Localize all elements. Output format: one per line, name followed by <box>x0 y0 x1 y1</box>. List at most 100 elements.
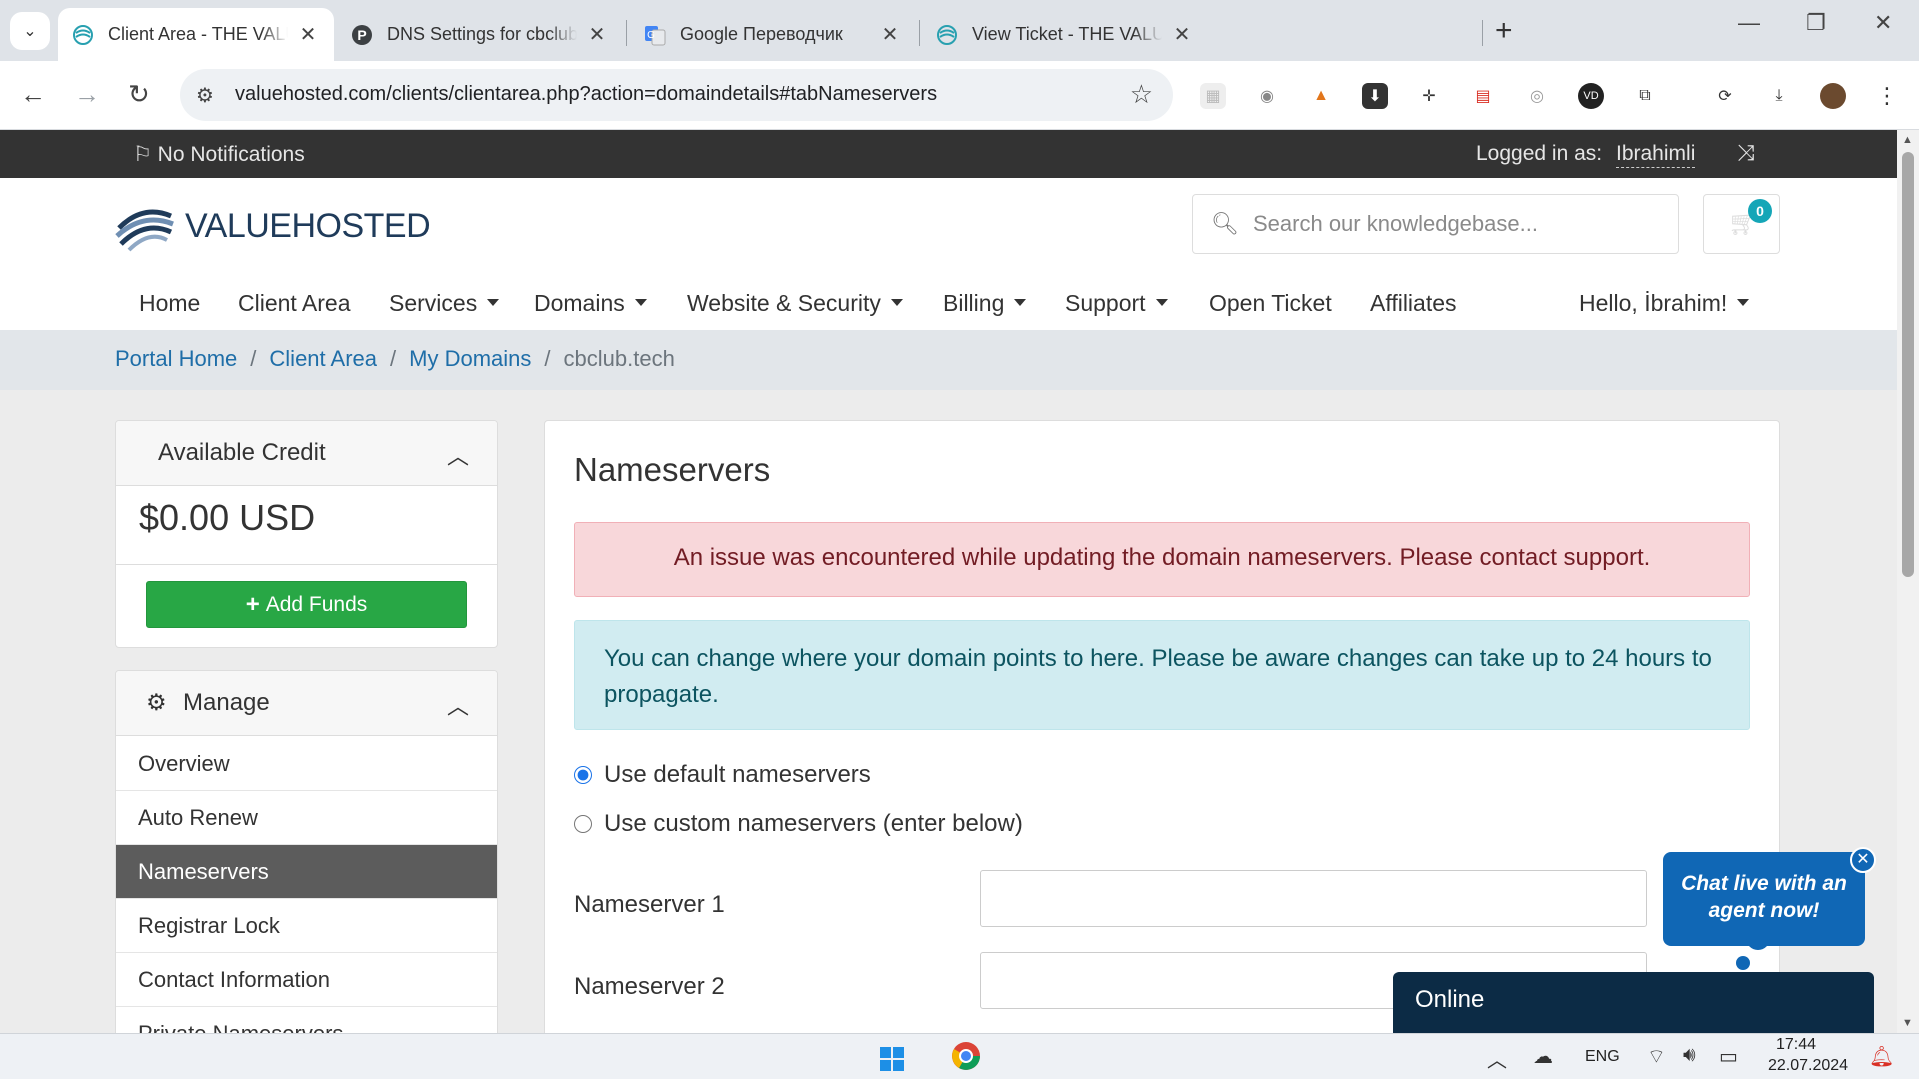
info-alert: You can change where your domain points … <box>574 620 1750 730</box>
nav-domains[interactable]: Domains <box>534 290 647 317</box>
site-header: VALUEHOSTED 🔍︎ 🛒︎ 0 Home Client Area Ser… <box>0 178 1897 330</box>
nav-account-menu[interactable]: Hello, İbrahim! <box>1579 290 1750 317</box>
plus-icon: + <box>245 590 260 618</box>
new-tab-plus-icon[interactable]: + <box>1495 14 1513 48</box>
close-tab-icon[interactable]: ✕ <box>585 22 609 47</box>
scroll-up-icon[interactable]: ▲ <box>1902 134 1913 146</box>
nav-support[interactable]: Support <box>1065 290 1168 317</box>
close-tab-icon[interactable]: ✕ <box>1170 22 1194 47</box>
clock-time[interactable]: 17:44 <box>1776 1036 1816 1054</box>
manage-card: ⚙ Manage ︿ Overview Auto Renew Nameserve… <box>115 670 498 1033</box>
address-bar[interactable]: ⚙ valuehosted.com/clients/clientarea.php… <box>180 69 1173 121</box>
nav-open-ticket[interactable]: Open Ticket <box>1209 290 1332 317</box>
sidebar-item-auto-renew[interactable]: Auto Renew <box>116 791 497 845</box>
nav-label: Open Ticket <box>1209 290 1332 316</box>
clock-date[interactable]: 22.07.2024 <box>1768 1057 1848 1075</box>
chat-invite-bubble[interactable]: Chat live with an agent now! <box>1663 852 1865 946</box>
reload-icon[interactable]: ↻ <box>128 79 150 110</box>
chat-close-icon[interactable]: ✕ <box>1850 847 1876 873</box>
nav-services[interactable]: Services <box>389 290 500 317</box>
scroll-down-icon[interactable]: ▼ <box>1902 1017 1913 1029</box>
download-box-icon[interactable]: ⬇ <box>1362 83 1388 109</box>
browser-tab-client-area[interactable]: Client Area - THE VALUE HOSTED ✕ <box>58 8 334 61</box>
browser-tab-view-ticket[interactable]: View Ticket - THE VALUE HOSTED ✕ <box>922 8 1208 61</box>
windows-start-icon[interactable] <box>880 1047 904 1071</box>
sidebar-item-registrar-lock[interactable]: Registrar Lock <box>116 899 497 953</box>
knowledgebase-search-input[interactable] <box>1253 207 1663 241</box>
available-credit-header[interactable]: Available Credit ︿ <box>116 421 497 486</box>
performance-icon[interactable]: ⟳ <box>1712 83 1738 109</box>
chrome-taskbar-icon[interactable] <box>950 1040 982 1078</box>
page-scrollbar[interactable]: ▲ ▼ <box>1897 130 1919 1033</box>
nav-website-security[interactable]: Website & Security <box>687 290 903 317</box>
sidebar-item-nameservers[interactable]: Nameservers <box>116 845 497 899</box>
nav-label: Client Area <box>238 290 351 316</box>
volume-icon[interactable]: 🔊︎ <box>1683 1044 1696 1067</box>
chevron-up-icon[interactable]: ︿ <box>447 689 469 721</box>
breadcrumb-client-area[interactable]: Client Area <box>269 346 377 371</box>
nav-home[interactable]: Home <box>139 290 200 317</box>
nav-label: Home <box>139 290 201 316</box>
extension-puzzle-gray-icon[interactable]: ▦ <box>1200 83 1226 109</box>
nameserver-1-input[interactable] <box>980 870 1647 927</box>
breadcrumb-portal-home[interactable]: Portal Home <box>115 346 237 371</box>
sidebar-item-private-nameservers[interactable]: Private Nameservers <box>116 1007 497 1033</box>
manage-header[interactable]: ⚙ Manage ︿ <box>116 671 497 736</box>
vpn-extension-icon[interactable]: VD <box>1578 83 1604 109</box>
close-tab-icon[interactable]: ✕ <box>878 22 902 47</box>
chat-status-bar[interactable]: Online <box>1393 972 1874 1033</box>
move-crosshair-icon[interactable]: ✛ <box>1416 83 1442 109</box>
tab-title: Client Area - THE VALUE HOSTED <box>108 24 288 44</box>
default-nameservers-option[interactable]: Use default nameservers <box>574 761 871 789</box>
nameserver-1-label: Nameserver 1 <box>574 891 725 918</box>
notifications-link[interactable]: ⚐ No Notifications <box>133 142 305 167</box>
site-settings-icon[interactable]: ⚙ <box>196 83 214 108</box>
custom-nameservers-radio[interactable] <box>574 815 592 833</box>
caret-down-icon <box>634 299 647 307</box>
battery-icon[interactable]: ▭ <box>1719 1044 1738 1069</box>
minimize-icon[interactable]: — <box>1738 10 1760 36</box>
scrollbar-thumb[interactable] <box>1902 152 1914 577</box>
downloads-icon[interactable]: ⤓ <box>1766 83 1792 109</box>
add-funds-button[interactable]: + Add Funds <box>146 581 467 628</box>
close-window-icon[interactable]: ✕ <box>1874 10 1892 36</box>
close-tab-icon[interactable]: ✕ <box>296 22 320 47</box>
browser-tab-google-translate[interactable]: G Google Переводчик ✕ <box>630 8 916 61</box>
bookmark-star-icon[interactable]: ☆ <box>1130 79 1153 110</box>
sidebar-item-contact-information[interactable]: Contact Information <box>116 953 497 1007</box>
nav-billing[interactable]: Billing <box>943 290 1027 317</box>
notification-bell-icon[interactable]: 🔔︎ <box>1869 1044 1894 1069</box>
shuffle-icon[interactable]: ⤨ <box>1737 140 1755 166</box>
back-arrow-icon[interactable]: ← <box>20 79 46 110</box>
browser-menu-icon[interactable]: ⋮ <box>1874 83 1900 109</box>
caret-down-icon <box>487 299 500 307</box>
chevron-up-icon[interactable]: ︿ <box>447 439 469 471</box>
language-indicator[interactable]: ENG <box>1585 1048 1620 1066</box>
sidebar-item-overview[interactable]: Overview <box>116 737 497 791</box>
google-translate-icon: G <box>644 24 666 46</box>
profile-avatar[interactable] <box>1820 83 1846 109</box>
metamask-fox-icon[interactable]: ▲ <box>1308 83 1334 109</box>
browser-tab-dns-settings[interactable]: P DNS Settings for cbclub.tech - Value H… <box>337 8 623 61</box>
address-url[interactable]: valuehosted.com/clients/clientarea.php?a… <box>235 83 937 106</box>
chevron-up-tray-icon[interactable]: ︿ <box>1487 1044 1507 1073</box>
tab-search-button[interactable]: ⌄ <box>10 12 50 50</box>
extension-eye-icon[interactable]: ◉ <box>1254 83 1280 109</box>
calendar-extension-icon[interactable]: ▤ <box>1470 83 1496 109</box>
restore-icon[interactable]: ❐ <box>1806 10 1826 36</box>
onedrive-cloud-icon[interactable]: ☁ <box>1533 1044 1553 1069</box>
windows-taskbar: ︿ ☁ ENG ⌔ 🔊︎ ▭ 17:44 22.07.2024 🔔︎ <box>0 1033 1919 1079</box>
breadcrumb-my-domains[interactable]: My Domains <box>409 346 531 371</box>
site-logo[interactable]: VALUEHOSTED <box>113 196 431 256</box>
default-nameservers-radio[interactable] <box>574 766 592 784</box>
nav-affiliates[interactable]: Affiliates <box>1370 290 1457 317</box>
compass-icon[interactable]: ◎ <box>1524 83 1550 109</box>
available-credit-title: Available Credit <box>158 439 326 466</box>
wifi-icon[interactable]: ⌔ <box>1647 1044 1666 1069</box>
nav-client-area[interactable]: Client Area <box>238 290 351 317</box>
forward-arrow-icon[interactable]: → <box>74 79 100 110</box>
extensions-puzzle-icon[interactable]: ⧉ <box>1632 83 1658 109</box>
custom-nameservers-option[interactable]: Use custom nameservers (enter below) <box>574 810 1023 838</box>
cart-button[interactable]: 🛒︎ 0 <box>1703 194 1780 254</box>
username-link[interactable]: Ibrahimli <box>1616 142 1696 168</box>
